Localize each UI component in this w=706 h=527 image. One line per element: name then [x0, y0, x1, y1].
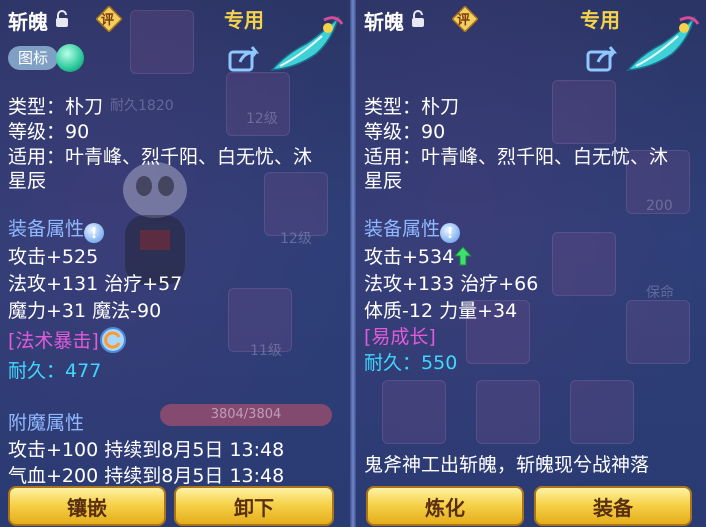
enchant-title: 附魔属性 — [8, 412, 85, 434]
unequip-button[interactable]: 卸下 — [174, 486, 334, 526]
item-level: 等级：90 — [8, 121, 90, 143]
exclusive-label: 专用 — [580, 8, 620, 32]
attr-line: 体质-12 力量+34 — [364, 300, 518, 322]
special-tag: [法术暴击] — [8, 330, 99, 352]
refine-button[interactable]: 炼化 — [366, 486, 524, 526]
background-text: 耐久1820 — [110, 98, 174, 114]
item-level: 等级：90 — [364, 121, 446, 143]
lock-icon[interactable] — [54, 10, 70, 28]
background-slot — [552, 80, 616, 144]
durability-value: 477 — [65, 360, 102, 382]
equip-attr-title-text: 装备属性 — [8, 218, 85, 240]
enchant-line: 攻击+100 持续到8月5日 13:48 — [8, 439, 285, 461]
background-text: 保命 — [646, 285, 674, 301]
background-slot — [626, 300, 690, 364]
item-tooltip-right: 200 保命 斩魄 评 专用 类型：朴刀 等级：90 适用：叶青峰、烈千阳、白无… — [356, 0, 706, 527]
refresh-icon[interactable] — [99, 326, 127, 354]
equip-attr-title-text: 装备属性 — [364, 218, 441, 240]
background-text: 200 — [646, 198, 673, 214]
item-description: 鬼斧神工出斩魄，斩魄现兮战神落 — [364, 454, 650, 476]
up-arrow-icon — [454, 246, 473, 266]
background-text: 11级 — [250, 343, 282, 359]
info-icon[interactable]: ! — [440, 223, 461, 243]
exclusive-label: 专用 — [224, 8, 264, 32]
applicable-roles-cont: 星辰 — [364, 170, 403, 192]
item-type: 类型：朴刀 — [8, 96, 104, 118]
attr-line: 法攻+131 治疗+57 — [8, 273, 183, 295]
background-text: 12级 — [246, 111, 278, 127]
background-text: 12级 — [280, 231, 312, 247]
hp-bar: 3804/3804 — [160, 404, 332, 426]
background-slot — [570, 380, 634, 444]
background-slot — [476, 380, 540, 444]
durability: 耐久：550 — [364, 348, 457, 375]
equip-button[interactable]: 装备 — [534, 486, 692, 526]
share-icon[interactable] — [228, 44, 260, 72]
icon-toggle[interactable]: 图标 — [8, 44, 86, 74]
attr-line: 法攻+133 治疗+66 — [364, 273, 539, 295]
item-type: 类型：朴刀 — [364, 96, 460, 118]
item-name: 斩魄 — [364, 10, 404, 34]
durability-value: 550 — [421, 352, 458, 374]
applicable-roles-cont: 星辰 — [8, 170, 47, 192]
hp-bar-text: 3804/3804 — [210, 407, 282, 422]
item-name: 斩魄 — [8, 10, 48, 34]
special-effect: [法术暴击] — [8, 326, 127, 354]
attr-line: 魔力+31 魔法-90 — [8, 300, 162, 322]
tooltip-header: 斩魄 评 专用 — [0, 0, 350, 71]
rate-icon-label: 评 — [457, 13, 471, 28]
item-tooltip-left: 耐久1820 12级 12级 11级 斩魄 评 专用 图标 类型：朴刀 等级：9… — [0, 0, 350, 527]
toggle-knob — [56, 44, 84, 72]
durability-label: 耐久： — [364, 352, 422, 374]
attr-line: 攻击+525 — [8, 246, 99, 268]
durability: 耐久：477 — [8, 356, 101, 383]
special-tag: [易成长] — [364, 326, 436, 348]
background-slot — [552, 232, 616, 296]
rate-icon-label: 评 — [101, 13, 115, 28]
equip-attr-title: 装备属性! — [8, 214, 105, 243]
enchant-line: 气血+200 持续到8月5日 13:48 — [8, 465, 285, 487]
background-slot — [264, 172, 328, 236]
applicable-roles: 适用：叶青峰、烈千阳、白无忧、沐 — [364, 146, 669, 168]
weapon-icon — [626, 15, 700, 71]
inlay-button[interactable]: 镶嵌 — [8, 486, 166, 526]
info-icon[interactable]: ! — [84, 223, 105, 243]
durability-label: 耐久： — [8, 360, 66, 382]
weapon-icon — [270, 15, 344, 71]
icon-toggle-label: 图标 — [8, 46, 58, 70]
attr-line-text: 攻击+534 — [364, 246, 455, 268]
equip-attr-title: 装备属性! — [364, 214, 461, 243]
lock-icon[interactable] — [410, 10, 426, 28]
background-slot — [382, 380, 446, 444]
attr-line: 攻击+534 — [364, 242, 473, 269]
tooltip-header: 斩魄 评 专用 — [356, 0, 706, 71]
applicable-roles: 适用：叶青峰、烈千阳、白无忧、沐 — [8, 146, 313, 168]
share-icon[interactable] — [586, 44, 618, 72]
